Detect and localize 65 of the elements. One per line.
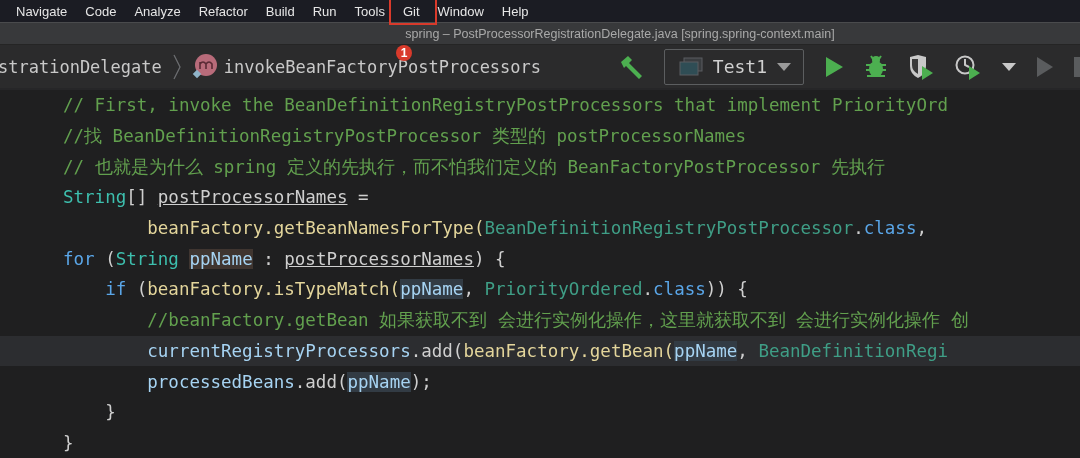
code-text: .add(	[294, 371, 348, 392]
breadcrumb-item[interactable]: strationDelegate	[0, 56, 162, 77]
menu-item[interactable]: Analyze	[134, 3, 181, 19]
code-method: beanFactory.isTypeMatch(	[147, 279, 401, 300]
profiler-icon[interactable]	[954, 53, 982, 80]
code-text: :	[262, 248, 275, 269]
code-text: .	[853, 218, 864, 239]
code-variable: ppName	[347, 371, 411, 392]
code-method: beanFactory.getBean(	[463, 340, 675, 361]
highlight-box	[389, 0, 437, 25]
code-keyword: class	[863, 218, 917, 239]
code-class: BeanDefinitionRegistryPostProcessor	[484, 218, 854, 239]
menu-item[interactable]: Refactor	[198, 3, 248, 19]
code-field: processedBeans	[63, 371, 295, 392]
code-text: )) {	[705, 279, 748, 300]
code-variable: ppName	[674, 340, 738, 361]
code-text: ) {	[473, 248, 506, 269]
menu-item[interactable]: Window	[437, 3, 484, 19]
caret-icon[interactable]	[1002, 62, 1016, 71]
code-comment: // 也就是为什么 spring 定义的先执行，而不怕我们定义的 BeanFactoryPostProcessor 先执行	[63, 155, 885, 179]
code-class: BeanDefinitionRegi	[758, 340, 949, 361]
code-variable: ppName	[400, 279, 464, 300]
menu-item[interactable]: Tools	[354, 3, 385, 19]
code-text: );	[410, 371, 432, 392]
code-variable: postProcessorNames	[157, 187, 348, 208]
caret-icon	[777, 62, 791, 71]
code-text: }	[104, 402, 116, 423]
run-configuration-dropdown[interactable]: Test1	[663, 48, 804, 85]
menu-item[interactable]: Build	[265, 3, 295, 19]
code-variable: ppName	[189, 248, 253, 269]
code-text: ,	[463, 279, 475, 300]
code-text: (	[135, 279, 148, 300]
code-comment: // First, invoke the BeanDefinitionRegistryPostProcessors that implement PriorityOrd	[63, 95, 948, 116]
code-keyword: class	[653, 279, 706, 300]
code-comment: //beanFactory.getBean 如果获取不到 会进行实例化操作，这里就获取不到 会进行实例化操作 创	[146, 309, 969, 333]
code-text: =	[357, 187, 369, 208]
code-text: }	[63, 432, 74, 453]
window-title: spring – PostProcessorRegistrationDelegate.java [spring.spring-context.main]	[405, 26, 835, 41]
method-icon	[191, 53, 218, 80]
code-class: PriorityOrdered	[484, 279, 643, 300]
code-text: ,	[916, 218, 928, 239]
chevron-icon	[171, 53, 182, 80]
code-comment: //找 BeanDefinitionRegistryPostProcessor 类型的 postProcessorNames	[63, 125, 747, 149]
run-icon[interactable]	[824, 55, 844, 78]
code-text: (	[104, 248, 116, 269]
bug-icon[interactable]	[864, 54, 888, 79]
code-variable: postProcessorNames	[284, 248, 474, 269]
menu-item[interactable]: Code	[85, 3, 117, 19]
menu-item[interactable]: Git	[402, 3, 420, 19]
code-method: beanFactory.getBeanNamesForType(	[146, 218, 485, 239]
menu-item[interactable]: Navigate	[16, 3, 68, 19]
code-text: ,	[737, 340, 749, 361]
code-type: String	[63, 187, 127, 208]
code-keyword: for	[63, 248, 95, 269]
code-field: currentRegistryProcessors	[63, 340, 411, 361]
coverage-icon[interactable]	[908, 53, 934, 80]
window-icon	[678, 56, 703, 77]
code-text: []	[126, 187, 149, 208]
menu-item[interactable]: Help	[501, 3, 529, 19]
code-keyword: if	[104, 279, 127, 300]
run-icon	[1036, 55, 1054, 78]
code-text: .add(	[410, 340, 464, 361]
code-type: String	[115, 248, 180, 269]
code-text: .	[642, 279, 654, 300]
menu-item[interactable]: Run	[312, 3, 337, 19]
